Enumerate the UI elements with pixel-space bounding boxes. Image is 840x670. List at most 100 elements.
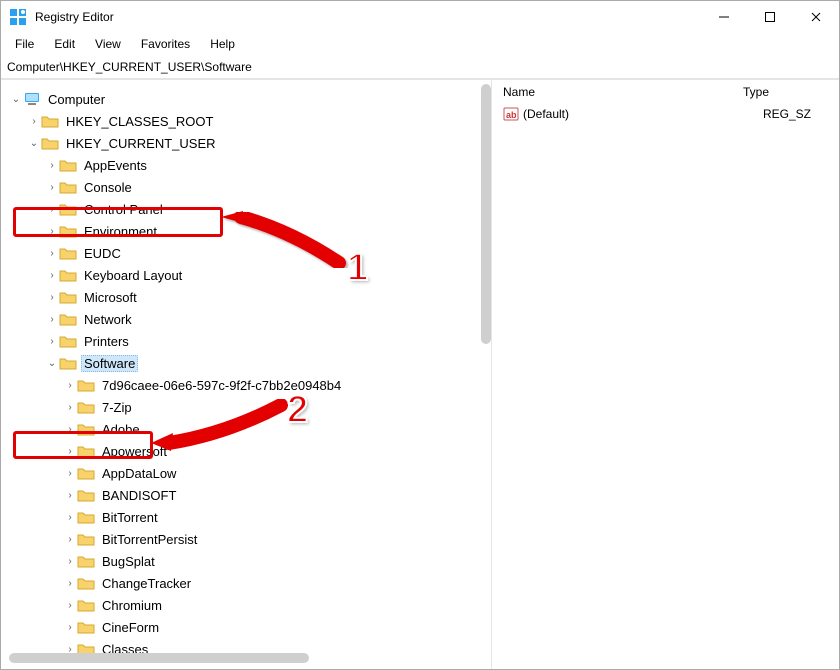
tree-label: Chromium (99, 597, 165, 614)
tree-node[interactable]: › AppEvents (9, 154, 491, 176)
tree-scrollbar[interactable] (481, 84, 491, 344)
tree-node[interactable]: ›Microsoft (9, 286, 491, 308)
close-button[interactable] (793, 1, 839, 33)
tree-label: 7d96caee-06e6-597c-9f2f-c7bb2e0948b4 (99, 377, 344, 394)
value-type: REG_SZ (763, 107, 831, 121)
tree-horizontal-scrollbar[interactable] (9, 653, 309, 663)
tree-node[interactable]: › CineForm (9, 616, 491, 638)
tree-label: AppDataLow (99, 465, 179, 482)
tree-node-computer[interactable]: ⌄ Computer (9, 88, 491, 110)
tree-node[interactable]: ›BitTorrent (9, 506, 491, 528)
tree-node[interactable]: ›Apowersoft (9, 440, 491, 462)
tree-node[interactable]: › Network (9, 308, 491, 330)
folder-icon (59, 157, 77, 173)
expander-icon[interactable]: › (63, 576, 77, 590)
folder-icon (77, 531, 95, 547)
menu-edit[interactable]: Edit (44, 35, 85, 53)
expander-icon[interactable]: › (45, 158, 59, 172)
title-bar: Registry Editor (1, 1, 839, 33)
tree-node[interactable]: › Console (9, 176, 491, 198)
expander-icon[interactable]: › (63, 620, 77, 634)
expander-icon[interactable]: › (63, 554, 77, 568)
expander-icon[interactable]: ⌄ (45, 356, 59, 370)
folder-icon (77, 465, 95, 481)
menu-help[interactable]: Help (200, 35, 245, 53)
tree-label: AppEvents (81, 157, 150, 174)
tree-node[interactable]: › 7d96caee-06e6-597c-9f2f-c7bb2e0948b4 (9, 374, 491, 396)
registry-tree[interactable]: ⌄ Computer › HKEY_CLASSES_ROOT (9, 88, 491, 660)
expander-icon[interactable]: › (45, 268, 59, 282)
menu-favorites[interactable]: Favorites (131, 35, 200, 53)
tree-pane: ⌄ Computer › HKEY_CLASSES_ROOT (1, 80, 491, 669)
tree-label: Console (81, 179, 135, 196)
expander-icon[interactable]: › (63, 598, 77, 612)
expander-icon[interactable]: › (63, 510, 77, 524)
column-name[interactable]: Name (503, 85, 743, 99)
expander-icon[interactable]: › (45, 224, 59, 238)
tree-node[interactable]: › Keyboard Layout (9, 264, 491, 286)
expander-icon[interactable]: ⌄ (9, 92, 23, 106)
expander-icon[interactable]: › (45, 180, 59, 194)
string-value-icon: ab (503, 106, 519, 122)
folder-icon (77, 553, 95, 569)
tree-label: HKEY_CLASSES_ROOT (63, 113, 216, 130)
folder-icon (77, 509, 95, 525)
tree-node[interactable]: › Chromium (9, 594, 491, 616)
expander-icon[interactable]: › (45, 246, 59, 260)
tree-label: Printers (81, 333, 132, 350)
minimize-button[interactable] (701, 1, 747, 33)
tree-node[interactable]: ›Adobe (9, 418, 491, 440)
tree-node[interactable]: › AppDataLow (9, 462, 491, 484)
column-type[interactable]: Type (743, 85, 831, 99)
expander-icon[interactable]: › (63, 400, 77, 414)
tree-node[interactable]: ›Environment (9, 220, 491, 242)
tree-label: Keyboard Layout (81, 267, 185, 284)
expander-icon[interactable]: › (45, 290, 59, 304)
expander-icon[interactable]: › (63, 532, 77, 546)
tree-node[interactable]: › Printers (9, 330, 491, 352)
tree-label: CineForm (99, 619, 162, 636)
folder-icon (59, 333, 77, 349)
values-header[interactable]: Name Type (495, 80, 839, 104)
tree-label: BitTorrentPersist (99, 531, 200, 548)
menu-file[interactable]: File (5, 35, 44, 53)
expander-icon[interactable]: › (63, 466, 77, 480)
svg-text:ab: ab (506, 110, 517, 120)
expander-icon[interactable]: › (27, 114, 41, 128)
expander-icon[interactable]: › (45, 202, 59, 216)
folder-icon (77, 399, 95, 415)
tree-node[interactable]: › BitTorrentPersist (9, 528, 491, 550)
menu-view[interactable]: View (85, 35, 131, 53)
tree-node-hkcr[interactable]: › HKEY_CLASSES_ROOT (9, 110, 491, 132)
tree-node[interactable]: › Control Panel (9, 198, 491, 220)
tree-node[interactable]: › BugSplat (9, 550, 491, 572)
tree-label: Computer (45, 91, 108, 108)
expander-icon[interactable]: › (63, 444, 77, 458)
expander-icon[interactable]: › (63, 488, 77, 502)
computer-icon (23, 91, 41, 107)
expander-icon[interactable]: ⌄ (27, 136, 41, 150)
expander-icon[interactable]: › (45, 312, 59, 326)
window-title: Registry Editor (35, 10, 701, 24)
tree-node[interactable]: ›BANDISOFT (9, 484, 491, 506)
tree-node[interactable]: ⌄Software (9, 352, 491, 374)
menu-bar: File Edit View Favorites Help (1, 33, 839, 55)
address-bar[interactable]: Computer\HKEY_CURRENT_USER\Software (1, 55, 839, 79)
tree-node-hkcu[interactable]: ⌄ HKEY_CURRENT_USER (9, 132, 491, 154)
tree-label: Control Panel (81, 201, 166, 218)
folder-icon (59, 201, 77, 217)
tree-node[interactable]: ›7-Zip (9, 396, 491, 418)
tree-node[interactable]: ›EUDC (9, 242, 491, 264)
folder-icon (77, 443, 95, 459)
value-row-default[interactable]: ab (Default) REG_SZ (495, 104, 839, 124)
tree-label: BugSplat (99, 553, 158, 570)
expander-icon[interactable]: › (63, 378, 77, 392)
expander-icon[interactable]: › (63, 422, 77, 436)
tree-node[interactable]: ›ChangeTracker (9, 572, 491, 594)
folder-icon (59, 245, 77, 261)
folder-icon (59, 289, 77, 305)
folder-icon (77, 619, 95, 635)
maximize-button[interactable] (747, 1, 793, 33)
tree-label: Network (81, 311, 135, 328)
expander-icon[interactable]: › (45, 334, 59, 348)
